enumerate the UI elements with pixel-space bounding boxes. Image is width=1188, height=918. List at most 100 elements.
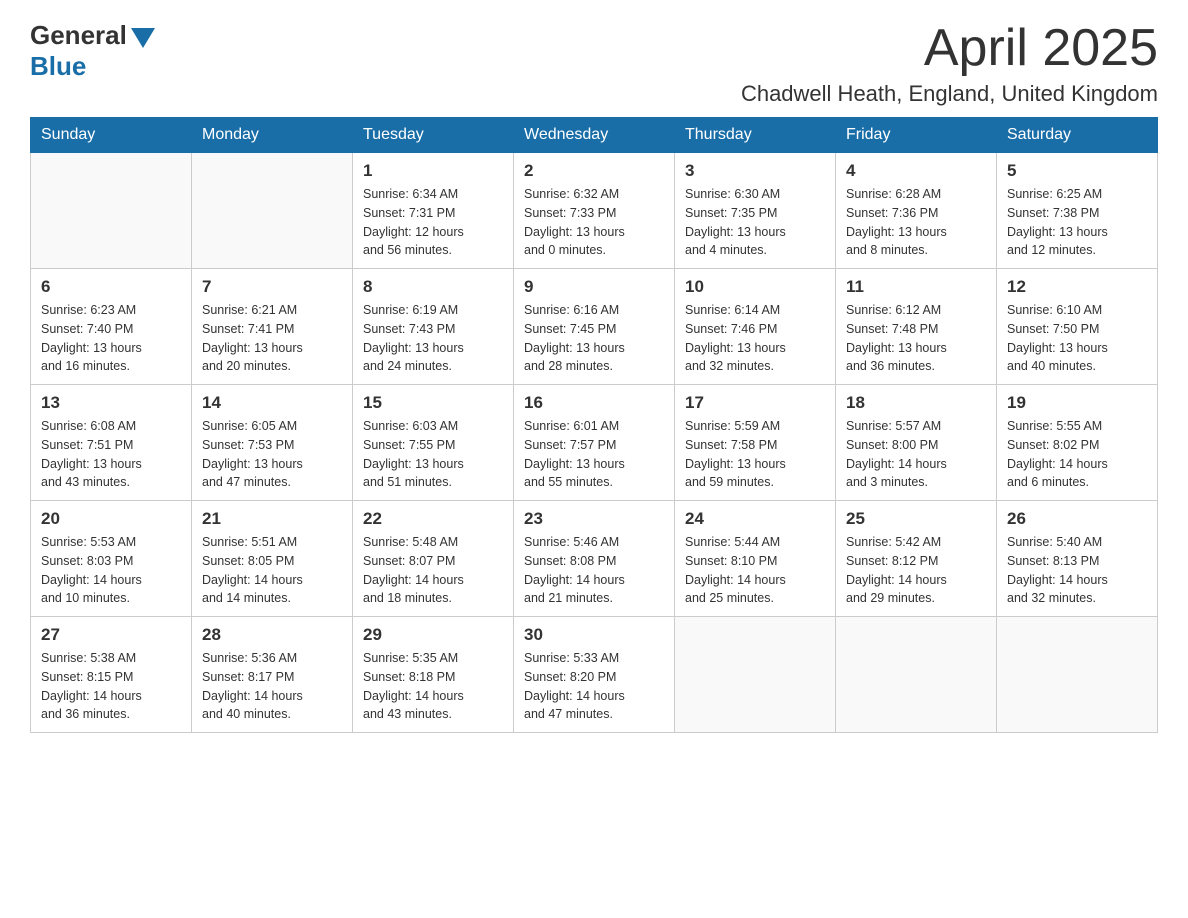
day-number: 21 [202, 509, 342, 529]
calendar-cell: 14Sunrise: 6:05 AM Sunset: 7:53 PM Dayli… [192, 385, 353, 501]
day-number: 17 [685, 393, 825, 413]
header-row: SundayMondayTuesdayWednesdayThursdayFrid… [31, 118, 1158, 153]
week-row-5: 27Sunrise: 5:38 AM Sunset: 8:15 PM Dayli… [31, 617, 1158, 733]
day-number: 11 [846, 277, 986, 297]
day-info: Sunrise: 5:53 AM Sunset: 8:03 PM Dayligh… [41, 533, 181, 608]
day-number: 25 [846, 509, 986, 529]
calendar-cell: 28 Sunrise: 5:36 AM Sunset: 8:17 PM Dayli… [192, 617, 353, 733]
day-info: Sunrise: 6:12 AM Sunset: 7:48 PM Dayligh… [846, 301, 986, 376]
calendar-cell: 25 Sunrise: 5:42 AM Sunset: 8:12 PM Dayli… [836, 501, 997, 617]
calendar-cell [997, 617, 1158, 733]
day-number: 9 [524, 277, 664, 297]
calendar-cell [675, 617, 836, 733]
calendar-cell: 7 Sunrise: 6:21 AM Sunset: 7:41 PM Daylig… [192, 269, 353, 385]
calendar-cell: 13Sunrise: 6:08 AM Sunset: 7:51 PM Dayli… [31, 385, 192, 501]
day-info: Sunrise: 6:34 AM Sunset: 7:31 PM Dayligh… [363, 185, 503, 260]
day-info: Sunrise: 5:57 AM Sunset: 8:00 PM Dayligh… [846, 417, 986, 492]
day-number: 7 [202, 277, 342, 297]
calendar-cell: 8Sunrise: 6:19 AM Sunset: 7:43 PM Daylig… [353, 269, 514, 385]
calendar-cell: 6 Sunrise: 6:23 AM Sunset: 7:40 PM Daylig… [31, 269, 192, 385]
day-number: 26 [1007, 509, 1147, 529]
day-info: Sunrise: 6:03 AM Sunset: 7:55 PM Dayligh… [363, 417, 503, 492]
day-number: 16 [524, 393, 664, 413]
calendar-cell: 19Sunrise: 5:55 AM Sunset: 8:02 PM Dayli… [997, 385, 1158, 501]
day-info: Sunrise: 6:30 AM Sunset: 7:35 PM Dayligh… [685, 185, 825, 260]
day-number: 1 [363, 161, 503, 181]
month-title: April 2025 [741, 20, 1158, 77]
calendar-table: SundayMondayTuesdayWednesdayThursdayFrid… [30, 117, 1158, 733]
day-number: 3 [685, 161, 825, 181]
day-info: Sunrise: 5:59 AM Sunset: 7:58 PM Dayligh… [685, 417, 825, 492]
calendar-cell [836, 617, 997, 733]
column-header-wednesday: Wednesday [514, 118, 675, 153]
calendar-cell: 30 Sunrise: 5:33 AM Sunset: 8:20 PM Dayli… [514, 617, 675, 733]
day-number: 2 [524, 161, 664, 181]
day-number: 13 [41, 393, 181, 413]
calendar-body: 1 Sunrise: 6:34 AM Sunset: 7:31 PM Daylig… [31, 153, 1158, 733]
day-info: Sunrise: 5:55 AM Sunset: 8:02 PM Dayligh… [1007, 417, 1147, 492]
day-info: Sunrise: 5:38 AM Sunset: 8:15 PM Dayligh… [41, 649, 181, 724]
day-number: 28 [202, 625, 342, 645]
day-info: Sunrise: 6:16 AM Sunset: 7:45 PM Dayligh… [524, 301, 664, 376]
day-info: Sunrise: 6:21 AM Sunset: 7:41 PM Dayligh… [202, 301, 342, 376]
day-number: 30 [524, 625, 664, 645]
calendar-cell: 29Sunrise: 5:35 AM Sunset: 8:18 PM Dayli… [353, 617, 514, 733]
calendar-cell: 17 Sunrise: 5:59 AM Sunset: 7:58 PM Dayli… [675, 385, 836, 501]
calendar-cell: 27Sunrise: 5:38 AM Sunset: 8:15 PM Dayli… [31, 617, 192, 733]
week-row-1: 1 Sunrise: 6:34 AM Sunset: 7:31 PM Daylig… [31, 153, 1158, 269]
day-number: 15 [363, 393, 503, 413]
column-header-friday: Friday [836, 118, 997, 153]
day-info: Sunrise: 6:01 AM Sunset: 7:57 PM Dayligh… [524, 417, 664, 492]
week-row-4: 20 Sunrise: 5:53 AM Sunset: 8:03 PM Dayli… [31, 501, 1158, 617]
day-number: 12 [1007, 277, 1147, 297]
logo-blue-text: Blue [30, 51, 86, 82]
day-number: 22 [363, 509, 503, 529]
day-info: Sunrise: 5:33 AM Sunset: 8:20 PM Dayligh… [524, 649, 664, 724]
day-info: Sunrise: 5:46 AM Sunset: 8:08 PM Dayligh… [524, 533, 664, 608]
week-row-3: 13Sunrise: 6:08 AM Sunset: 7:51 PM Dayli… [31, 385, 1158, 501]
calendar-cell: 2 Sunrise: 6:32 AM Sunset: 7:33 PM Daylig… [514, 153, 675, 269]
calendar-cell: 9 Sunrise: 6:16 AM Sunset: 7:45 PM Daylig… [514, 269, 675, 385]
logo: General Blue [30, 20, 155, 82]
day-info: Sunrise: 5:35 AM Sunset: 8:18 PM Dayligh… [363, 649, 503, 724]
calendar-cell [192, 153, 353, 269]
day-number: 4 [846, 161, 986, 181]
day-number: 10 [685, 277, 825, 297]
column-header-saturday: Saturday [997, 118, 1158, 153]
day-info: Sunrise: 5:36 AM Sunset: 8:17 PM Dayligh… [202, 649, 342, 724]
day-info: Sunrise: 6:14 AM Sunset: 7:46 PM Dayligh… [685, 301, 825, 376]
day-number: 18 [846, 393, 986, 413]
calendar-cell: 11 Sunrise: 6:12 AM Sunset: 7:48 PM Dayli… [836, 269, 997, 385]
logo-top: General [30, 20, 155, 51]
column-header-monday: Monday [192, 118, 353, 153]
day-number: 20 [41, 509, 181, 529]
day-info: Sunrise: 6:19 AM Sunset: 7:43 PM Dayligh… [363, 301, 503, 376]
day-info: Sunrise: 6:10 AM Sunset: 7:50 PM Dayligh… [1007, 301, 1147, 376]
calendar-cell: 21 Sunrise: 5:51 AM Sunset: 8:05 PM Dayli… [192, 501, 353, 617]
calendar-cell: 15 Sunrise: 6:03 AM Sunset: 7:55 PM Dayli… [353, 385, 514, 501]
column-header-tuesday: Tuesday [353, 118, 514, 153]
calendar-cell: 12 Sunrise: 6:10 AM Sunset: 7:50 PM Dayli… [997, 269, 1158, 385]
day-number: 14 [202, 393, 342, 413]
calendar-cell: 4 Sunrise: 6:28 AM Sunset: 7:36 PM Daylig… [836, 153, 997, 269]
calendar-cell: 16 Sunrise: 6:01 AM Sunset: 7:57 PM Dayli… [514, 385, 675, 501]
calendar-cell: 18 Sunrise: 5:57 AM Sunset: 8:00 PM Dayli… [836, 385, 997, 501]
day-info: Sunrise: 5:48 AM Sunset: 8:07 PM Dayligh… [363, 533, 503, 608]
day-info: Sunrise: 6:28 AM Sunset: 7:36 PM Dayligh… [846, 185, 986, 260]
calendar-header: SundayMondayTuesdayWednesdayThursdayFrid… [31, 118, 1158, 153]
calendar-cell: 24Sunrise: 5:44 AM Sunset: 8:10 PM Dayli… [675, 501, 836, 617]
column-header-thursday: Thursday [675, 118, 836, 153]
title-section: April 2025 Chadwell Heath, England, Unit… [741, 20, 1158, 107]
day-info: Sunrise: 5:42 AM Sunset: 8:12 PM Dayligh… [846, 533, 986, 608]
calendar-cell: 5Sunrise: 6:25 AM Sunset: 7:38 PM Daylig… [997, 153, 1158, 269]
day-info: Sunrise: 5:44 AM Sunset: 8:10 PM Dayligh… [685, 533, 825, 608]
day-info: Sunrise: 6:32 AM Sunset: 7:33 PM Dayligh… [524, 185, 664, 260]
calendar-cell: 1 Sunrise: 6:34 AM Sunset: 7:31 PM Daylig… [353, 153, 514, 269]
day-number: 5 [1007, 161, 1147, 181]
calendar-cell: 10 Sunrise: 6:14 AM Sunset: 7:46 PM Dayli… [675, 269, 836, 385]
day-number: 6 [41, 277, 181, 297]
calendar-cell [31, 153, 192, 269]
page-header: General Blue April 2025 Chadwell Heath, … [30, 20, 1158, 107]
day-info: Sunrise: 5:51 AM Sunset: 8:05 PM Dayligh… [202, 533, 342, 608]
day-info: Sunrise: 6:23 AM Sunset: 7:40 PM Dayligh… [41, 301, 181, 376]
